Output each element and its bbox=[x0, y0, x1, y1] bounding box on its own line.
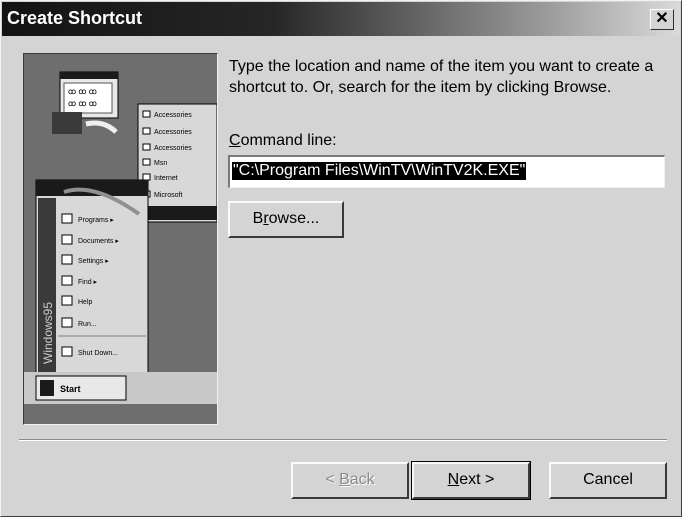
back-accelerator: B bbox=[339, 471, 350, 488]
svg-text:Help: Help bbox=[78, 299, 93, 306]
window-title: Create Shortcut bbox=[7, 8, 143, 28]
cancel-button[interactable]: Cancel bbox=[549, 462, 667, 499]
svg-text:Programs ▸: Programs ▸ bbox=[78, 217, 114, 224]
next-accelerator: N bbox=[447, 471, 460, 488]
next-button[interactable]: Next > bbox=[411, 461, 531, 500]
command-line-label: Command line: bbox=[229, 132, 337, 150]
browse-label-1: B bbox=[252, 210, 264, 227]
svg-text:Accessories: Accessories bbox=[154, 112, 192, 119]
command-line-value: "C:\Program Files\WinTV\WinTV2K.EXE" bbox=[232, 162, 527, 180]
back-button[interactable]: < Back bbox=[291, 462, 409, 499]
browse-button[interactable]: Browse... bbox=[228, 201, 344, 238]
command-line-input[interactable]: "C:\Program Files\WinTV\WinTV2K.EXE" bbox=[228, 155, 665, 188]
back-label-1: < bbox=[325, 471, 340, 488]
svg-text:Shut Down...: Shut Down... bbox=[78, 350, 118, 357]
svg-text:Settings ▸: Settings ▸ bbox=[78, 258, 109, 265]
instructions-text: Type the location and name of the item y… bbox=[229, 58, 654, 96]
cancel-label: Cancel bbox=[583, 471, 633, 488]
command-line-accelerator: C bbox=[229, 132, 241, 149]
button-divider bbox=[19, 439, 667, 441]
svg-text:Windows95: Windows95 bbox=[41, 302, 55, 364]
next-label: ext > bbox=[459, 471, 495, 488]
svg-text:ꝏ ꝏ ꝏ: ꝏ ꝏ ꝏ bbox=[68, 99, 97, 108]
close-icon: ✕ bbox=[655, 10, 669, 27]
start-menu-illustration-icon: ꝏ ꝏ ꝏ ꝏ ꝏ ꝏ Accessories Accessories Acce… bbox=[24, 54, 217, 424]
title-bar[interactable]: Create Shortcut ✕ bbox=[2, 2, 680, 36]
svg-text:Accessories: Accessories bbox=[154, 145, 192, 152]
svg-text:Accessories: Accessories bbox=[154, 129, 192, 136]
command-line-label-rest: ommand line: bbox=[240, 132, 337, 149]
svg-text:Microsoft: Microsoft bbox=[154, 192, 182, 199]
wizard-illustration: ꝏ ꝏ ꝏ ꝏ ꝏ ꝏ Accessories Accessories Acce… bbox=[23, 53, 218, 425]
svg-text:Run...: Run... bbox=[78, 321, 97, 328]
svg-text:Documents ▸: Documents ▸ bbox=[78, 238, 119, 245]
back-label-2: ack bbox=[349, 471, 375, 488]
svg-text:Internet: Internet bbox=[154, 175, 178, 182]
svg-text:Find ▸: Find ▸ bbox=[78, 279, 98, 286]
svg-text:Start: Start bbox=[60, 384, 81, 394]
create-shortcut-dialog: Create Shortcut ✕ ꝏ ꝏ ꝏ ꝏ ꝏ ꝏ Accessorie… bbox=[0, 0, 682, 517]
svg-text:Msn: Msn bbox=[154, 160, 167, 167]
svg-text:ꝏ ꝏ ꝏ: ꝏ ꝏ ꝏ bbox=[68, 87, 97, 96]
browse-label-2: owse... bbox=[268, 210, 320, 227]
close-button[interactable]: ✕ bbox=[650, 9, 674, 30]
